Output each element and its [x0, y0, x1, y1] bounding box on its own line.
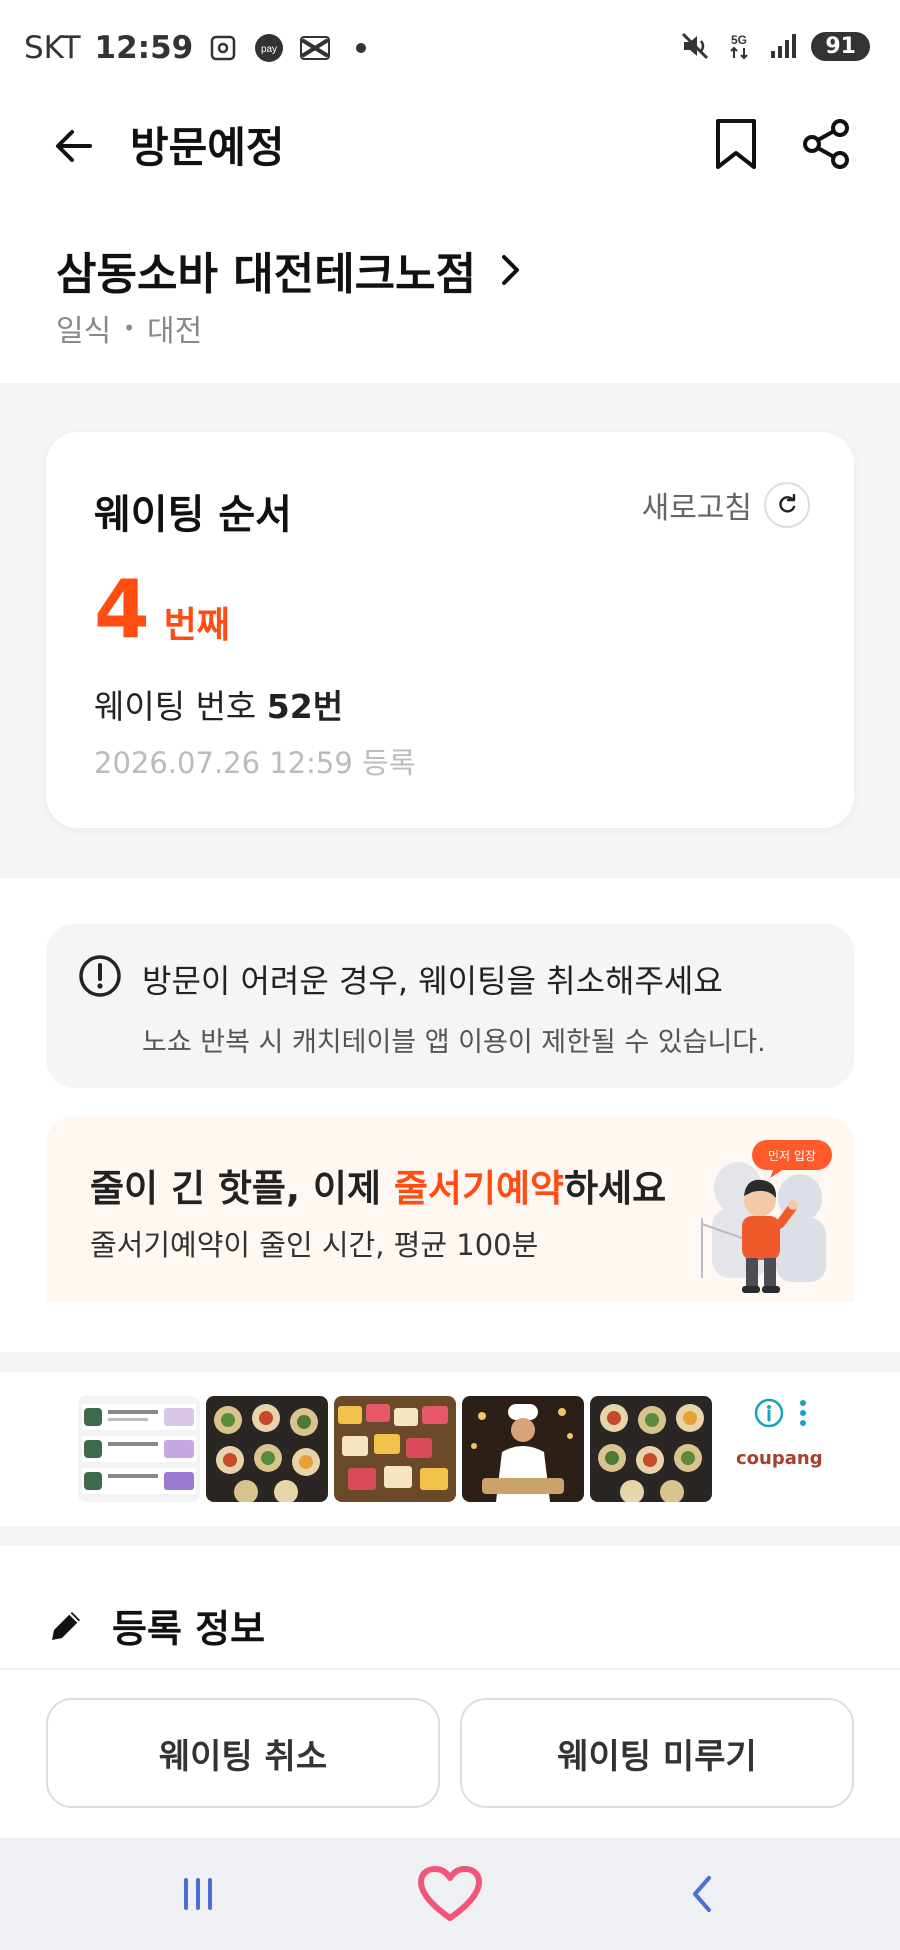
registration-info-title: 등록 정보: [112, 1607, 266, 1651]
status-left: SKT 12:59 pay: [24, 30, 377, 66]
recent-apps-button[interactable]: [168, 1866, 228, 1922]
heart-home-icon: [418, 1866, 482, 1921]
ad-thumbnails: [78, 1396, 712, 1502]
line-reservation-banner[interactable]: 줄이 긴 핫플, 이제 줄서기예약하세요 줄서기예약이 줄인 시간, 평균 10…: [46, 1116, 854, 1302]
chevron-right-icon: [502, 255, 520, 285]
status-bar: SKT 12:59 pay 5G 91: [0, 0, 900, 100]
share-icon: [803, 119, 849, 169]
bookmark-button[interactable]: [708, 114, 764, 174]
promo-title-highlight: 줄서기예약: [393, 1167, 565, 1210]
registered-time: 2026.07.26 12:59 등록: [94, 746, 416, 780]
capcut-icon: [299, 32, 331, 64]
divider: [0, 1668, 900, 1670]
ad-thumbnail[interactable]: [334, 1396, 456, 1502]
system-nav-bar: [0, 1838, 900, 1950]
promo-title-suffix: 하세요: [564, 1167, 667, 1210]
store-name: 삼동소바 대전테크노점: [56, 249, 477, 300]
more-vertical-icon[interactable]: [798, 1398, 808, 1428]
notice-subtitle: 노쇼 반복 시 캐치테이블 앱 이용이 제한될 수 있습니다.: [142, 1027, 766, 1058]
share-button[interactable]: [796, 114, 856, 174]
cancel-notice: 방문이 어려운 경우, 웨이팅을 취소해주세요 노쇼 반복 시 캐치테이블 앱 …: [46, 924, 854, 1088]
back-button[interactable]: [46, 118, 102, 174]
nav-back-button[interactable]: [672, 1866, 732, 1922]
app-header: 방문예정: [0, 100, 900, 190]
coupang-logo: coupang: [736, 1448, 823, 1469]
home-button[interactable]: [414, 1866, 486, 1922]
arrow-left-icon: [56, 130, 92, 162]
page-title: 방문예정: [130, 123, 285, 172]
section-separator: [0, 1352, 900, 1372]
recent-apps-icon: [184, 1878, 212, 1910]
order-unit: 번째: [163, 605, 230, 646]
ad-controls: [754, 1398, 808, 1428]
store-meta: 일식 • 대전: [56, 306, 202, 350]
section-separator: [0, 1526, 900, 1546]
promo-badge: 먼저 입장: [768, 1149, 816, 1163]
refresh-label: 새로고침: [641, 491, 752, 526]
postpone-waiting-button[interactable]: 웨이팅 미루기: [460, 1698, 854, 1808]
ad-thumbnail[interactable]: [78, 1396, 200, 1502]
coupang-ad-banner: coupang: [0, 1372, 900, 1526]
pencil-icon: [52, 1611, 80, 1640]
clock: 12:59: [94, 30, 194, 66]
notification-dot-icon: [345, 32, 377, 64]
cancel-waiting-button[interactable]: 웨이팅 취소: [46, 1698, 440, 1808]
queue-person-illustration: 먼저 입장: [701, 1140, 832, 1293]
refresh-icon: [764, 482, 810, 528]
exclamation-circle-icon: [79, 955, 121, 997]
svg-text:5G: 5G: [731, 33, 747, 47]
meta-separator: •: [123, 316, 135, 340]
waiting-number-value: 52번: [266, 687, 344, 726]
signal-icon: [767, 30, 799, 62]
waiting-number-row: 웨이팅 번호 52번: [94, 680, 343, 728]
store-region: 대전: [147, 314, 203, 349]
store-link[interactable]: 삼동소바 대전테크노점: [56, 238, 522, 302]
mute-icon: [679, 30, 711, 62]
refresh-button[interactable]: 새로고침: [642, 482, 810, 528]
svg-text:pay: pay: [261, 44, 277, 55]
waiting-card: 웨이팅 순서 새로고침 4 번째 웨이팅 번호 52번 2026.07.26 1…: [46, 432, 854, 828]
nav-back-icon: [693, 1876, 711, 1912]
pay-icon: pay: [253, 32, 285, 64]
waiting-number-label: 웨이팅 번호: [94, 687, 257, 726]
screenshot-icon: [207, 32, 239, 64]
promo-title: 줄이 긴 핫플, 이제 줄서기예약하세요: [90, 1158, 666, 1212]
store-category: 일식: [56, 314, 112, 349]
order-number: 4: [94, 563, 150, 656]
carrier-label: SKT: [24, 30, 81, 66]
battery-level: 91: [811, 31, 870, 61]
waiting-title: 웨이팅 순서: [94, 492, 292, 538]
info-icon[interactable]: [754, 1398, 784, 1428]
bookmark-icon: [716, 119, 756, 169]
ad-thumbnail[interactable]: [590, 1396, 712, 1502]
notice-title: 방문이 어려운 경우, 웨이팅을 취소해주세요: [142, 962, 723, 1000]
network-5g-icon: 5G: [723, 30, 755, 62]
status-right: 5G 91: [679, 30, 870, 62]
promo-subtitle: 줄서기예약이 줄인 시간, 평균 100분: [90, 1228, 539, 1262]
ad-thumbnail[interactable]: [462, 1396, 584, 1502]
promo-title-prefix: 줄이 긴 핫플, 이제: [90, 1167, 394, 1210]
ad-thumbnail[interactable]: [206, 1396, 328, 1502]
store-info: 삼동소바 대전테크노점 일식 • 대전: [0, 230, 900, 380]
registration-info-header: 등록 정보: [46, 1598, 265, 1653]
waiting-order: 4 번째: [94, 570, 230, 650]
